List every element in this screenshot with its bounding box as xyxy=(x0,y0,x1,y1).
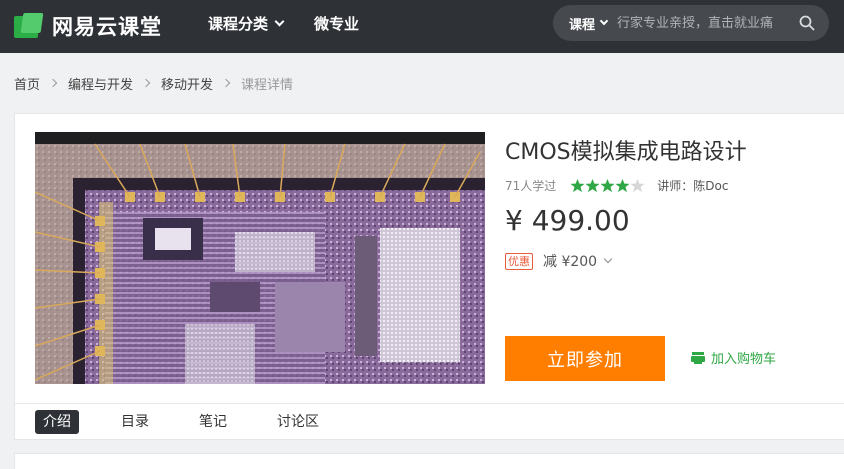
add-to-cart-label: 加入购物车 xyxy=(711,352,777,367)
join-course-button[interactable]: 立即参加 xyxy=(505,336,665,381)
promo-tag: 优惠 xyxy=(505,252,533,270)
add-to-cart-button[interactable]: 加入购物车 xyxy=(691,348,776,367)
logo[interactable]: 网易云课堂 xyxy=(14,10,162,42)
chevron-down-icon xyxy=(599,16,609,26)
tab-intro[interactable]: 介绍 xyxy=(35,410,79,434)
star-filled-icon xyxy=(600,178,615,193)
nav-course-categories-label: 课程分类 xyxy=(208,15,269,33)
learner-count: 71人学过 xyxy=(505,179,557,193)
course-meta: 71人学过 讲师：陈Doc xyxy=(505,177,728,194)
breadcrumb-programming[interactable]: 编程与开发 xyxy=(68,74,133,93)
star-filled-icon xyxy=(615,178,630,193)
chevron-right-icon xyxy=(141,78,151,88)
tab-catalog[interactable]: 目录 xyxy=(113,410,157,434)
course-price: ¥ 499.00 xyxy=(505,204,630,237)
star-empty-icon xyxy=(630,178,645,193)
tab-notes[interactable]: 笔记 xyxy=(191,410,235,434)
nav-micro-major-label: 微专业 xyxy=(314,15,360,33)
search-icon[interactable] xyxy=(799,15,815,31)
course-title: CMOS模拟集成电路设计 xyxy=(505,140,747,165)
chip-die-photo xyxy=(35,132,485,384)
logo-icon xyxy=(14,13,44,39)
rating-stars xyxy=(570,178,645,193)
top-header: 网易云课堂 课程分类 微专业 课程 xyxy=(0,0,844,53)
teacher-name[interactable]: 讲师：陈Doc xyxy=(657,177,728,194)
logo-text: 网易云课堂 xyxy=(52,15,162,39)
course-card: CMOS模拟集成电路设计 71人学过 讲师：陈Doc ¥ 499.00 优惠 减… xyxy=(14,113,844,440)
breadcrumb-mobile-dev[interactable]: 移动开发 xyxy=(161,74,213,93)
course-cover-image[interactable] xyxy=(35,132,485,384)
search-bar: 课程 xyxy=(553,5,829,41)
nav-micro-major[interactable]: 微专业 xyxy=(314,13,359,34)
chevron-down-icon xyxy=(603,254,613,264)
breadcrumb: 首页 编程与开发 移动开发 课程详情 xyxy=(14,74,294,93)
chevron-down-icon xyxy=(274,16,285,27)
tab-discussion[interactable]: 讨论区 xyxy=(269,410,327,434)
breadcrumb-home[interactable]: 首页 xyxy=(14,74,40,93)
promo-row[interactable]: 优惠 减 ¥200 xyxy=(505,251,613,271)
star-filled-icon xyxy=(585,178,600,193)
nav-course-categories[interactable]: 课程分类 xyxy=(208,13,285,34)
chevron-right-icon xyxy=(221,78,231,88)
star-filled-icon xyxy=(570,178,585,193)
content-panel xyxy=(14,453,844,469)
search-category-label: 课程 xyxy=(569,17,596,33)
search-input[interactable] xyxy=(617,13,790,33)
breadcrumb-current: 课程详情 xyxy=(241,77,294,93)
chevron-right-icon xyxy=(48,78,58,88)
search-category-dropdown[interactable]: 课程 xyxy=(569,14,609,33)
promo-discount: 减 ¥200 xyxy=(543,254,598,270)
cart-icon xyxy=(691,351,705,364)
course-tabs: 介绍 目录 笔记 讨论区 xyxy=(15,403,844,440)
